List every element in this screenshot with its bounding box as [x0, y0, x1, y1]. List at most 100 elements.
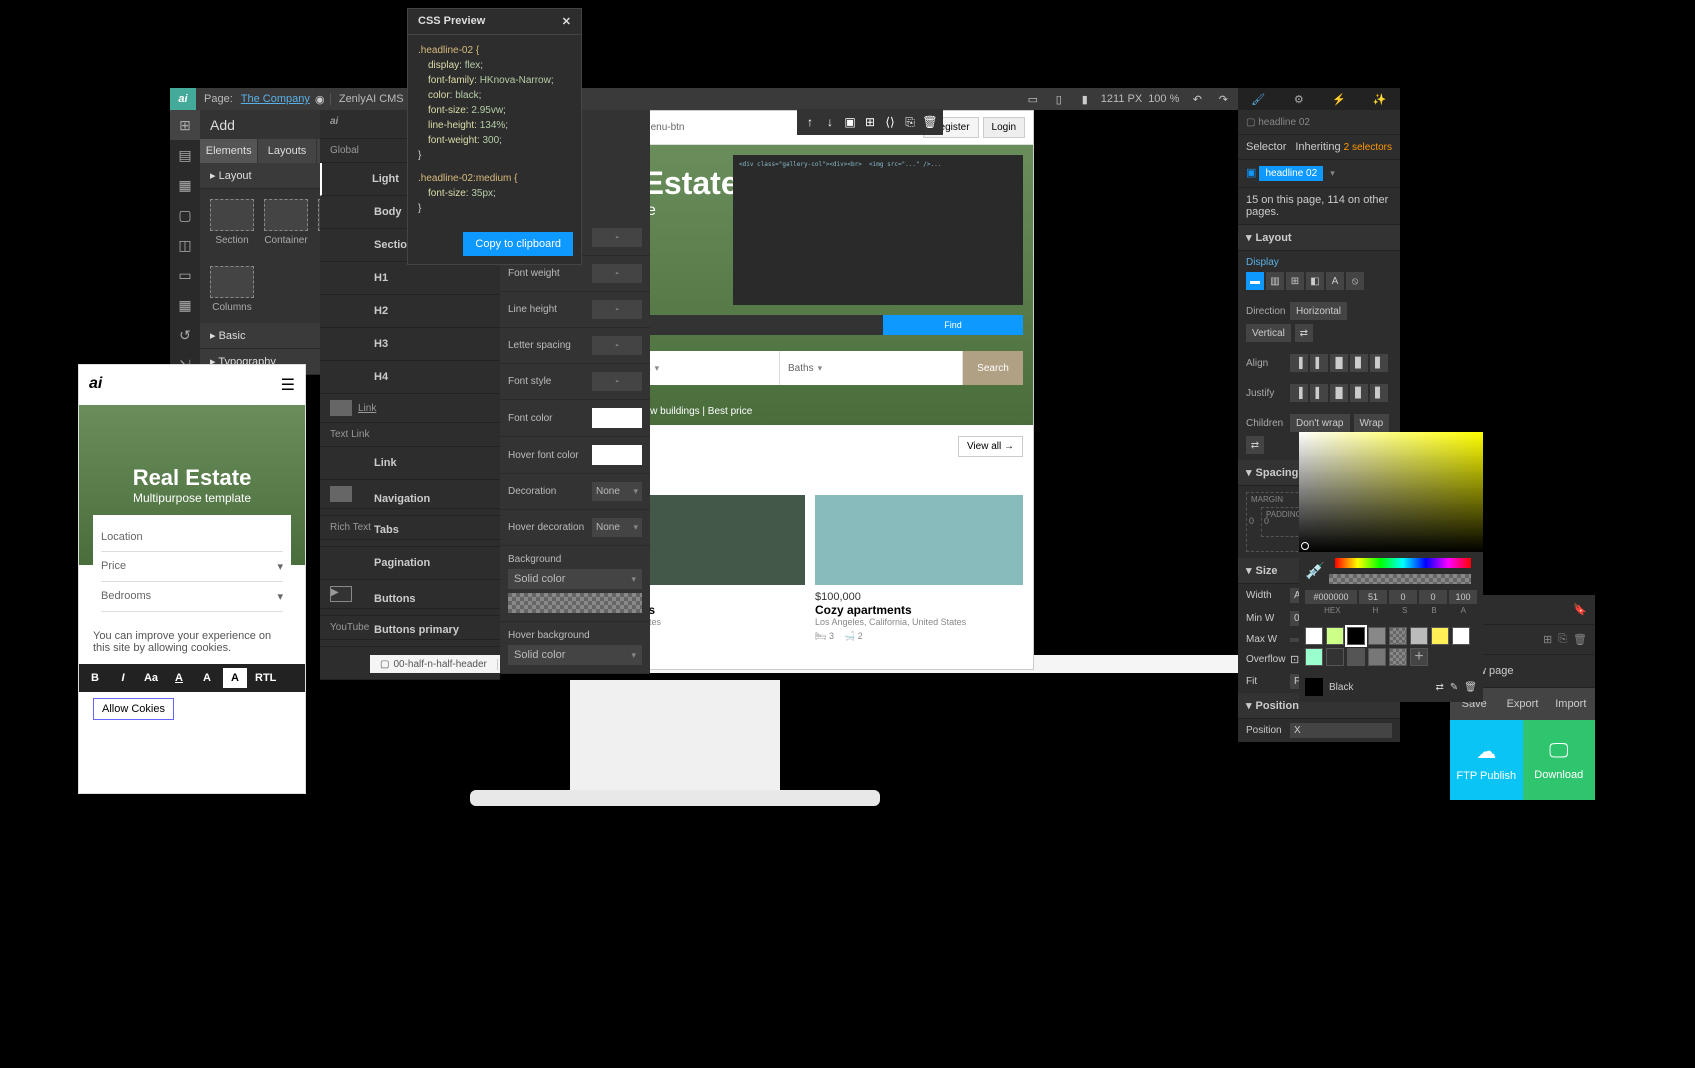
copy-icon[interactable]: ⎘: [1558, 633, 1567, 646]
add-swatch-icon[interactable]: +: [1410, 648, 1428, 666]
swatch[interactable]: [1305, 627, 1323, 645]
direction-horizontal[interactable]: Horizontal: [1290, 302, 1347, 320]
position-input[interactable]: X: [1290, 723, 1392, 738]
hover-bg-type[interactable]: Solid color: [508, 645, 642, 665]
display-flex[interactable]: ▥: [1266, 272, 1284, 290]
export-button[interactable]: Export: [1498, 688, 1546, 720]
color-icon[interactable]: A: [223, 668, 247, 688]
section-layout[interactable]: ▾ Layout: [1238, 225, 1400, 251]
desktop-icon[interactable]: ▭: [1023, 89, 1043, 109]
image-icon[interactable]: ▣: [841, 113, 859, 131]
swatch[interactable]: [1410, 627, 1428, 645]
allow-cookies-button[interactable]: Allow Cokies: [93, 698, 174, 720]
grid-icon[interactable]: ⊞: [861, 113, 879, 131]
reverse-icon[interactable]: ⇄: [1295, 324, 1313, 342]
brush-icon[interactable]: 🖌: [1238, 88, 1279, 110]
history-icon[interactable]: ↺: [170, 320, 200, 350]
rtl-icon[interactable]: RTL: [251, 668, 280, 688]
view-all-button[interactable]: View all →: [958, 436, 1023, 457]
arrow-down-icon[interactable]: ↓: [821, 113, 839, 131]
cms-icon[interactable]: ▦: [170, 290, 200, 320]
swatch[interactable]: [1326, 627, 1344, 645]
align-icon[interactable]: A: [195, 668, 219, 688]
swatch[interactable]: [1368, 627, 1386, 645]
elem-h1[interactable]: H1: [320, 262, 500, 295]
a-input[interactable]: 100: [1449, 590, 1477, 604]
bedrooms-select[interactable]: Bedrooms▾: [101, 582, 283, 612]
settings-icon[interactable]: ▭: [170, 260, 200, 290]
bg-type[interactable]: Solid color: [508, 569, 642, 589]
color-swatch[interactable]: [592, 408, 642, 428]
components-icon[interactable]: ◫: [170, 230, 200, 260]
gear-icon[interactable]: ⚙: [1279, 88, 1320, 110]
edit-icon[interactable]: ✎: [1450, 682, 1458, 693]
underline-icon[interactable]: A: [167, 668, 191, 688]
swatch[interactable]: [1326, 648, 1344, 666]
swatch[interactable]: [1368, 648, 1386, 666]
price-select[interactable]: Price▾: [101, 552, 283, 582]
interactions-icon[interactable]: ⚡: [1319, 88, 1360, 110]
tab-layouts[interactable]: Layouts: [258, 139, 316, 163]
elem-h3[interactable]: H3: [320, 328, 500, 361]
undo-icon[interactable]: ↶: [1187, 89, 1207, 109]
tablet-icon[interactable]: ▯: [1049, 89, 1069, 109]
alpha-slider[interactable]: [1329, 574, 1471, 584]
login-button[interactable]: Login: [983, 117, 1025, 138]
close-icon[interactable]: ✕: [562, 15, 571, 28]
download-button[interactable]: 🖵 Download: [1523, 720, 1596, 800]
color-swatch[interactable]: [592, 445, 642, 465]
element-columns[interactable]: Columns: [210, 266, 254, 313]
named-swatch[interactable]: [1305, 678, 1323, 696]
add-tool-icon[interactable]: ⊞: [170, 110, 200, 140]
import-button[interactable]: Import: [1547, 688, 1595, 720]
wrap[interactable]: Wrap: [1354, 414, 1390, 432]
elem-h2[interactable]: H2: [320, 295, 500, 328]
ftp-publish-button[interactable]: ☁ FTP Publish: [1450, 720, 1523, 800]
arrow-up-icon[interactable]: ↑: [801, 113, 819, 131]
trash-icon[interactable]: 🗑: [1573, 633, 1587, 646]
elem-pagination[interactable]: Pagination: [320, 547, 500, 580]
h-input[interactable]: 51: [1359, 590, 1387, 604]
trash-icon[interactable]: 🗑: [921, 113, 939, 131]
location-input[interactable]: Location: [101, 523, 283, 552]
elem-h4[interactable]: H4: [320, 361, 500, 394]
listing-card[interactable]: $100,000 Cozy apartments Los Angeles, Ca…: [815, 495, 1023, 642]
copy-icon[interactable]: ⎘: [901, 113, 919, 131]
mobile-icon[interactable]: ▮: [1075, 89, 1095, 109]
tab-elements[interactable]: Elements: [200, 139, 258, 163]
pages-icon[interactable]: ▦: [170, 170, 200, 200]
element-container[interactable]: Container: [264, 199, 308, 246]
eye-icon[interactable]: ◉: [310, 89, 330, 109]
swatch[interactable]: [1305, 648, 1323, 666]
display-block[interactable]: ▬: [1246, 272, 1264, 290]
direction-vertical[interactable]: Vertical: [1246, 324, 1291, 342]
case-icon[interactable]: Aa: [139, 668, 163, 688]
display-inline[interactable]: A: [1326, 272, 1344, 290]
bold-icon[interactable]: B: [83, 668, 107, 688]
page-name-link[interactable]: The Company: [241, 93, 310, 105]
redo-icon[interactable]: ↷: [1213, 89, 1233, 109]
assets-icon[interactable]: ▢: [170, 200, 200, 230]
trash-icon[interactable]: 🗑: [1464, 682, 1477, 693]
display-grid[interactable]: ⊞: [1286, 272, 1304, 290]
hamburger-icon[interactable]: ☰: [281, 375, 295, 395]
search-button[interactable]: Search: [963, 351, 1023, 385]
grid-icon[interactable]: ⊞: [1543, 633, 1552, 646]
layers-icon[interactable]: ▤: [170, 140, 200, 170]
find-button[interactable]: Find: [883, 315, 1023, 335]
swatch[interactable]: [1347, 627, 1365, 645]
color-field[interactable]: [1299, 432, 1483, 552]
no-wrap[interactable]: Don't wrap: [1290, 414, 1350, 432]
bg-swatch[interactable]: [508, 593, 642, 613]
swatch[interactable]: [1452, 627, 1470, 645]
s-input[interactable]: 0: [1389, 590, 1417, 604]
italic-icon[interactable]: I: [111, 668, 135, 688]
selector-tag[interactable]: headline 02: [1259, 166, 1323, 181]
display-none[interactable]: ⦸: [1346, 272, 1364, 290]
copy-to-clipboard-button[interactable]: Copy to clipboard: [463, 232, 573, 256]
swatch[interactable]: [1389, 627, 1407, 645]
display-inline-block[interactable]: ◧: [1306, 272, 1324, 290]
b-input[interactable]: 0: [1419, 590, 1447, 604]
effects-icon[interactable]: ✨: [1360, 88, 1401, 110]
baths-select[interactable]: Baths: [780, 351, 963, 385]
